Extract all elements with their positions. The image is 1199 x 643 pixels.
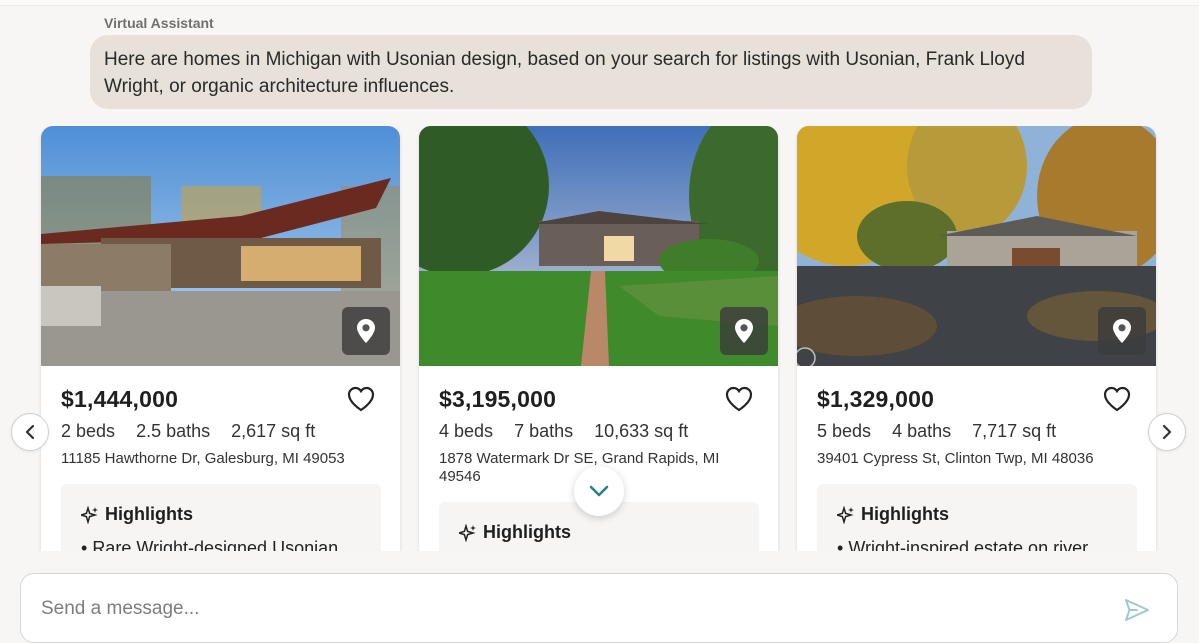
heart-icon[interactable] <box>347 386 375 412</box>
sparkle-icon <box>81 505 98 524</box>
chevron-down-icon <box>589 485 609 497</box>
chevron-right-icon <box>1162 424 1172 440</box>
assistant-name: Virtual Assistant <box>104 15 214 31</box>
baths-count: 7 baths <box>514 421 574 441</box>
map-pin-button[interactable] <box>1098 307 1146 355</box>
square-footage: 10,633 sq ft <box>594 421 689 441</box>
highlights-panel: Highlights • Wright-inspired estate on r… <box>817 484 1137 551</box>
highlight-item: • Rare Wright-designed Usonian <box>81 538 339 551</box>
listing-card[interactable]: $1,444,000 2 beds 2.5 baths 2,617 sq ft … <box>41 126 400 551</box>
highlights-heading: Highlights <box>837 504 949 525</box>
listing-stats: 2 beds 2.5 baths 2,617 sq ft <box>61 421 331 442</box>
map-pin-button[interactable] <box>342 307 390 355</box>
square-footage: 2,617 sq ft <box>231 421 316 441</box>
map-pin-icon <box>735 319 753 343</box>
beds-count: 4 beds <box>439 421 494 441</box>
highlights-panel: Highlights • Rare Wright-designed Usonia… <box>61 484 381 551</box>
listing-photo[interactable] <box>797 126 1156 366</box>
scroll-down-button[interactable] <box>574 466 624 516</box>
listing-price: $1,444,000 <box>61 386 179 412</box>
heart-icon[interactable] <box>725 386 753 412</box>
message-input[interactable] <box>41 596 1101 622</box>
sparkle-icon <box>837 505 854 524</box>
square-footage: 7,717 sq ft <box>972 421 1057 441</box>
listing-price: $1,329,000 <box>817 386 935 412</box>
listing-address: 11185 Hawthorne Dr, Galesburg, MI 49053 <box>61 450 345 467</box>
map-pin-button[interactable] <box>720 307 768 355</box>
listing-photo[interactable] <box>419 126 778 366</box>
top-divider <box>0 0 1199 6</box>
listing-stats: 5 beds 4 baths 7,717 sq ft <box>817 421 1072 442</box>
listing-price: $3,195,000 <box>439 386 557 412</box>
baths-count: 4 baths <box>892 421 952 441</box>
beds-count: 2 beds <box>61 421 116 441</box>
sparkle-icon <box>459 523 476 542</box>
message-composer <box>20 573 1178 643</box>
map-pin-icon <box>1113 319 1131 343</box>
chevron-left-icon <box>25 424 35 440</box>
listing-address: 39401 Cypress St, Clinton Twp, MI 48036 <box>817 450 1094 467</box>
baths-count: 2.5 baths <box>136 421 211 441</box>
beds-count: 5 beds <box>817 421 872 441</box>
highlight-item: • Wright-inspired estate on river <box>837 538 1089 551</box>
heart-icon[interactable] <box>1103 386 1131 412</box>
send-icon[interactable] <box>1123 596 1151 624</box>
listing-stats: 4 beds 7 baths 10,633 sq ft <box>439 421 704 442</box>
listing-photo[interactable] <box>41 126 400 366</box>
listing-card[interactable]: $1,329,000 5 beds 4 baths 7,717 sq ft 39… <box>797 126 1156 551</box>
carousel-prev-button[interactable] <box>11 413 49 451</box>
highlights-heading: Highlights <box>81 504 193 525</box>
carousel-next-button[interactable] <box>1148 413 1186 451</box>
assistant-message-bubble: Here are homes in Michigan with Usonian … <box>90 35 1092 109</box>
highlights-heading: Highlights <box>459 522 571 543</box>
map-pin-icon <box>357 319 375 343</box>
